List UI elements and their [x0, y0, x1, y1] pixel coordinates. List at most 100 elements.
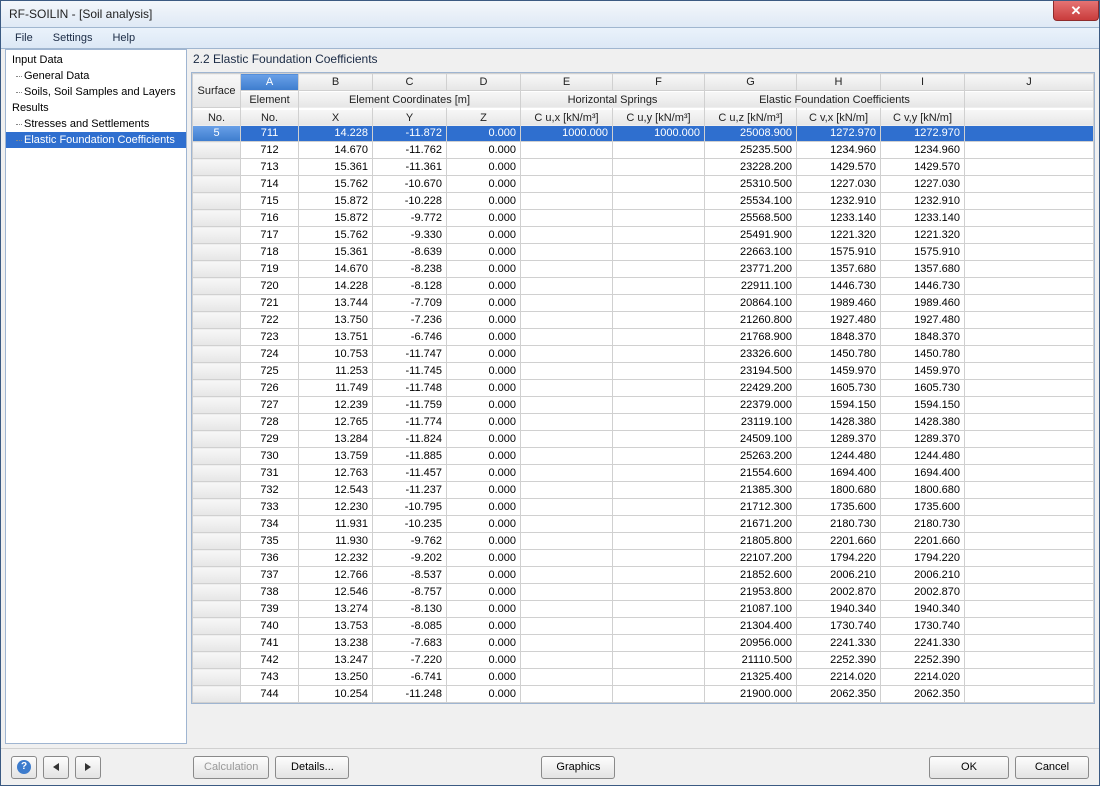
row-header[interactable] [193, 363, 241, 380]
row-header[interactable] [193, 618, 241, 635]
cell-cuy[interactable] [613, 499, 705, 516]
table-row[interactable]: 71715.762-9.3300.00025491.9001221.320122… [193, 227, 1094, 244]
table-row[interactable]: 73212.543-11.2370.00021385.3001800.68018… [193, 482, 1094, 499]
row-header[interactable] [193, 278, 241, 295]
cell-cux[interactable] [521, 295, 613, 312]
cell-cvx[interactable]: 2201.660 [797, 533, 881, 550]
table-row[interactable]: 74313.250-6.7410.00021325.4002214.020221… [193, 669, 1094, 686]
cell-element-no[interactable]: 741 [241, 635, 299, 652]
cell-cuz[interactable]: 23194.500 [705, 363, 797, 380]
cell-blank[interactable] [965, 533, 1094, 550]
cell-x[interactable]: 12.239 [299, 397, 373, 414]
cell-cuz[interactable]: 21110.500 [705, 652, 797, 669]
cell-z[interactable]: 0.000 [447, 567, 521, 584]
cell-cux[interactable] [521, 465, 613, 482]
cell-y[interactable]: -11.872 [373, 125, 447, 142]
cell-cvy[interactable]: 1730.740 [881, 618, 965, 635]
table-row[interactable]: 73511.930-9.7620.00021805.8002201.660220… [193, 533, 1094, 550]
cell-blank[interactable] [965, 397, 1094, 414]
cell-cvy[interactable]: 2201.660 [881, 533, 965, 550]
cell-x[interactable]: 13.274 [299, 601, 373, 618]
cell-x[interactable]: 13.750 [299, 312, 373, 329]
cell-cuz[interactable]: 21805.800 [705, 533, 797, 550]
row-header[interactable] [193, 397, 241, 414]
cell-cvx[interactable]: 1234.960 [797, 142, 881, 159]
cell-element-no[interactable]: 742 [241, 652, 299, 669]
cell-blank[interactable] [965, 159, 1094, 176]
cell-x[interactable]: 13.751 [299, 329, 373, 346]
ok-button[interactable]: OK [929, 756, 1009, 779]
cell-cuy[interactable] [613, 584, 705, 601]
row-header[interactable] [193, 329, 241, 346]
cell-element-no[interactable]: 743 [241, 669, 299, 686]
cell-cvy[interactable]: 2214.020 [881, 669, 965, 686]
cell-element-no[interactable]: 726 [241, 380, 299, 397]
cell-element-no[interactable]: 715 [241, 193, 299, 210]
cell-blank[interactable] [965, 414, 1094, 431]
cell-cuy[interactable] [613, 193, 705, 210]
cell-cuz[interactable]: 25491.900 [705, 227, 797, 244]
table-row[interactable]: 71914.670-8.2380.00023771.2001357.680135… [193, 261, 1094, 278]
cell-element-no[interactable]: 718 [241, 244, 299, 261]
row-header[interactable] [193, 210, 241, 227]
cell-element-no[interactable]: 724 [241, 346, 299, 363]
cell-cuz[interactable]: 21712.300 [705, 499, 797, 516]
cell-cvy[interactable]: 2062.350 [881, 686, 965, 703]
cell-cuy[interactable] [613, 431, 705, 448]
cell-cux[interactable] [521, 550, 613, 567]
cell-cvy[interactable]: 1794.220 [881, 550, 965, 567]
cell-cux[interactable] [521, 533, 613, 550]
cell-cuy[interactable] [613, 686, 705, 703]
cell-cvx[interactable]: 1940.340 [797, 601, 881, 618]
cell-y[interactable]: -11.237 [373, 482, 447, 499]
tree-results[interactable]: Results [6, 100, 186, 116]
tree-stresses[interactable]: Stresses and Settlements [6, 116, 186, 132]
cell-cuz[interactable]: 21671.200 [705, 516, 797, 533]
cell-z[interactable]: 0.000 [447, 397, 521, 414]
cell-z[interactable]: 0.000 [447, 635, 521, 652]
cell-blank[interactable] [965, 465, 1094, 482]
cell-cuz[interactable]: 21325.400 [705, 669, 797, 686]
cell-x[interactable]: 14.228 [299, 278, 373, 295]
cell-z[interactable]: 0.000 [447, 176, 521, 193]
cell-cuy[interactable] [613, 159, 705, 176]
cell-element-no[interactable]: 712 [241, 142, 299, 159]
cell-cuz[interactable]: 25534.100 [705, 193, 797, 210]
tree-general-data[interactable]: General Data [6, 68, 186, 84]
tree-input-data[interactable]: Input Data [6, 52, 186, 68]
cell-x[interactable]: 12.543 [299, 482, 373, 499]
cell-blank[interactable] [965, 567, 1094, 584]
cell-z[interactable]: 0.000 [447, 601, 521, 618]
cell-y[interactable]: -11.762 [373, 142, 447, 159]
cell-x[interactable]: 13.284 [299, 431, 373, 448]
cell-cvx[interactable]: 1244.480 [797, 448, 881, 465]
cancel-button[interactable]: Cancel [1015, 756, 1089, 779]
cell-element-no[interactable]: 725 [241, 363, 299, 380]
cell-y[interactable]: -8.537 [373, 567, 447, 584]
cell-z[interactable]: 0.000 [447, 261, 521, 278]
row-header[interactable] [193, 159, 241, 176]
cell-cvy[interactable]: 2252.390 [881, 652, 965, 669]
cell-blank[interactable] [965, 346, 1094, 363]
cell-cux[interactable] [521, 601, 613, 618]
menu-settings[interactable]: Settings [43, 30, 103, 46]
cell-cvy[interactable]: 1233.140 [881, 210, 965, 227]
cell-cux[interactable] [521, 414, 613, 431]
cell-cuy[interactable] [613, 346, 705, 363]
row-header[interactable]: 5 [193, 125, 241, 142]
cell-cvy[interactable]: 2180.730 [881, 516, 965, 533]
cell-cux[interactable] [521, 652, 613, 669]
cell-y[interactable]: -8.757 [373, 584, 447, 601]
cell-cvy[interactable]: 1221.320 [881, 227, 965, 244]
cell-cvx[interactable]: 1694.400 [797, 465, 881, 482]
cell-cvx[interactable]: 1800.680 [797, 482, 881, 499]
cell-cuy[interactable] [613, 618, 705, 635]
cell-y[interactable]: -8.238 [373, 261, 447, 278]
cell-cvy[interactable]: 2241.330 [881, 635, 965, 652]
cell-cux[interactable] [521, 380, 613, 397]
cell-element-no[interactable]: 720 [241, 278, 299, 295]
cell-cvy[interactable]: 1446.730 [881, 278, 965, 295]
row-header[interactable] [193, 227, 241, 244]
cell-x[interactable]: 14.670 [299, 261, 373, 278]
cell-cvy[interactable]: 1594.150 [881, 397, 965, 414]
